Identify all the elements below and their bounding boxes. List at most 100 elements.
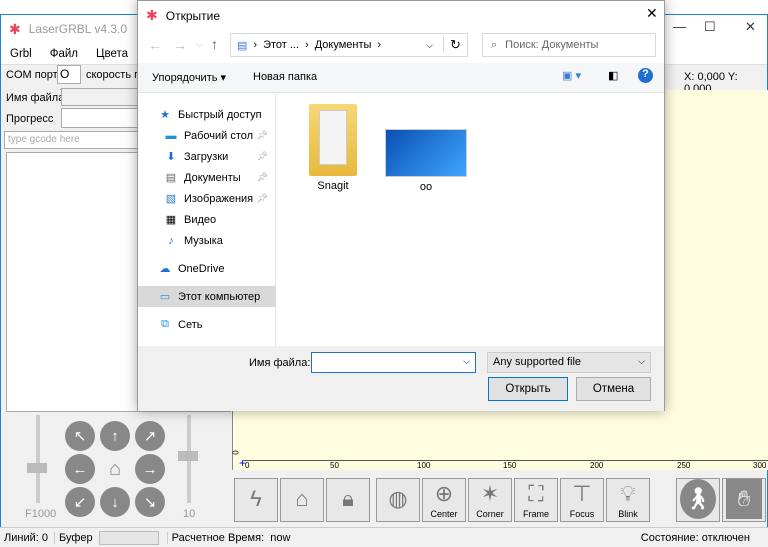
nav-video[interactable]: ▦ Видео [138, 209, 276, 230]
nav-pictures[interactable]: ▧ Изображения 📌︎ [138, 188, 276, 209]
search-icon: ⌕ [491, 38, 498, 51]
stop-button[interactable]: ✋︎ [722, 478, 766, 522]
dialog-title: Открытие [165, 8, 220, 23]
nav-downloads[interactable]: ⬇ Загрузки 📌︎ [138, 146, 276, 167]
jog-nw-button[interactable]: ↖ [65, 421, 95, 451]
nav-label: OneDrive [178, 262, 225, 275]
app-logo-icon: ✱ [9, 20, 21, 37]
refresh-button[interactable]: ↻ [443, 37, 467, 53]
nav-music[interactable]: ♪ Музыка [138, 230, 276, 251]
pin-icon: 📌︎ [256, 130, 268, 140]
file-item-oo[interactable]: oo [385, 129, 467, 193]
globe-button[interactable]: ◍ [376, 478, 420, 522]
view-options-button[interactable]: ▣ ▾ [562, 69, 581, 82]
lightning-icon: ϟ [250, 486, 262, 511]
jog-s-button[interactable]: ↓ [100, 487, 130, 517]
dialog-close-button[interactable]: ✕ [646, 5, 658, 22]
gcode-input[interactable]: type gcode here [4, 131, 144, 149]
nav-network[interactable]: ⧉ Сеть [138, 314, 276, 335]
desktop-icon: ▬ [165, 129, 177, 142]
menu-grbl[interactable]: Grbl [1, 48, 41, 60]
resume-button[interactable]: 🚶︎ [676, 478, 720, 522]
forward-button[interactable]: → [173, 37, 187, 53]
focus-button[interactable]: ⊤ Focus [560, 478, 604, 522]
search-input[interactable]: ⌕ Поиск: Документы [482, 33, 656, 57]
folder-icon [309, 104, 357, 176]
open-button[interactable]: Открыть [488, 377, 568, 401]
breadcrumb-item[interactable]: Этот ... [263, 39, 299, 51]
center-button[interactable]: ⊕ Center [422, 478, 466, 522]
center-label: Center [430, 509, 458, 519]
recent-chevron-icon[interactable]: ⌵ [196, 39, 203, 50]
breadcrumb-item[interactable]: Документы [315, 39, 372, 51]
jog-sw-button[interactable]: ↙ [65, 487, 95, 517]
nav-onedrive[interactable]: ☁ OneDrive [138, 258, 276, 279]
jog-ne-button[interactable]: ↗ [135, 421, 165, 451]
menu-file[interactable]: Файл [41, 48, 87, 60]
close-button[interactable]: ✕ [745, 19, 756, 35]
corner-label: Corner [476, 509, 504, 519]
filename-field [61, 88, 141, 106]
maximize-button[interactable]: ☐ [704, 19, 716, 35]
menu-colors[interactable]: Цвета [87, 48, 137, 60]
ruler-tick: 300 [753, 461, 767, 470]
address-bar[interactable]: ▤ › Этот ... › Документы › ⌵ ↻ [230, 33, 468, 57]
new-folder-button[interactable]: Новая папка [253, 71, 317, 83]
filename-input[interactable]: ⌵ [311, 352, 476, 373]
jog-w-button[interactable]: ← [65, 454, 95, 484]
up-button[interactable]: ↑ [211, 36, 218, 52]
unlock-button[interactable]: 🔒︎ [326, 478, 370, 522]
frame-label: Frame [522, 509, 549, 519]
help-icon[interactable]: ? [638, 68, 653, 83]
open-file-dialog: ✱ Открытие ✕ ← → ⌵ ↑ ▤ › Этот ... › Документы… [137, 0, 665, 411]
nav-desktop[interactable]: ▬ Рабочий стол 📌︎ [138, 125, 276, 146]
cancel-button[interactable]: Отмена [576, 377, 651, 401]
file-item-snagit[interactable]: Snagit [298, 104, 368, 192]
step-slider[interactable] [178, 415, 198, 503]
status-bar: Линий: 0 Буфер Расчетное Время: now Сост… [0, 527, 768, 547]
nav-label: Загрузки [184, 150, 229, 163]
file-name: oo [419, 181, 433, 193]
center-icon: ⊕ [434, 481, 454, 506]
buffer-label: Буфер [53, 531, 93, 544]
step-value: 10 [183, 508, 196, 520]
jog-home-button[interactable]: ⌂ [100, 454, 130, 484]
home-button[interactable]: ⌂ [280, 478, 324, 522]
jog-se-button[interactable]: ↘ [135, 487, 165, 517]
nav-quick-access[interactable]: ★ Быстрый доступ [138, 104, 276, 125]
time-value: now [270, 531, 291, 544]
blink-label: Blink [618, 509, 638, 519]
filename-label: Имя файла [6, 92, 65, 104]
nav-label: Музыка [184, 234, 223, 247]
nav-documents[interactable]: ▤ Документы 📌︎ [138, 167, 276, 188]
nav-label: Быстрый доступ [178, 108, 262, 121]
jog-n-button[interactable]: ↑ [100, 421, 130, 451]
home-search-icon: ⌂ [295, 486, 309, 511]
jog-e-button[interactable]: → [135, 454, 165, 484]
pin-icon: 📌︎ [256, 172, 268, 182]
frame-icon: ⛶ [528, 481, 544, 506]
organize-button[interactable]: Упорядочить ▾ [152, 71, 226, 84]
preview-pane-button[interactable]: ◧ [608, 69, 618, 82]
ruler-tick: 150 [503, 461, 517, 470]
file-type-select[interactable]: Any supported file ⌵ [487, 352, 651, 373]
file-name: Snagit [317, 180, 349, 192]
video-icon: ▦ [165, 214, 177, 226]
cloud-icon: ☁ [159, 263, 171, 275]
blink-button[interactable]: 💡︎ Blink [606, 478, 650, 522]
speed-slider[interactable] [27, 415, 47, 503]
address-dropdown-icon[interactable]: ⌵ [426, 40, 433, 51]
com-port-select[interactable]: O ⌵ [57, 65, 81, 94]
speed-label: скорость п [86, 69, 141, 81]
dialog-title-bar: ✱ Открытие [146, 7, 220, 24]
frame-button[interactable]: ⛶ Frame [514, 478, 558, 522]
progress-label: Прогресс [6, 113, 54, 125]
lines-value: 0 [41, 531, 48, 544]
buffer-bar [98, 530, 159, 545]
corner-button[interactable]: ✶ Corner [468, 478, 512, 522]
minimize-button[interactable]: — [673, 19, 686, 34]
back-button[interactable]: ← [148, 37, 162, 53]
connect-button[interactable]: ϟ [234, 478, 278, 522]
nav-this-pc[interactable]: ▭ Этот компьютер [138, 286, 276, 307]
download-icon: ⬇ [166, 151, 176, 163]
